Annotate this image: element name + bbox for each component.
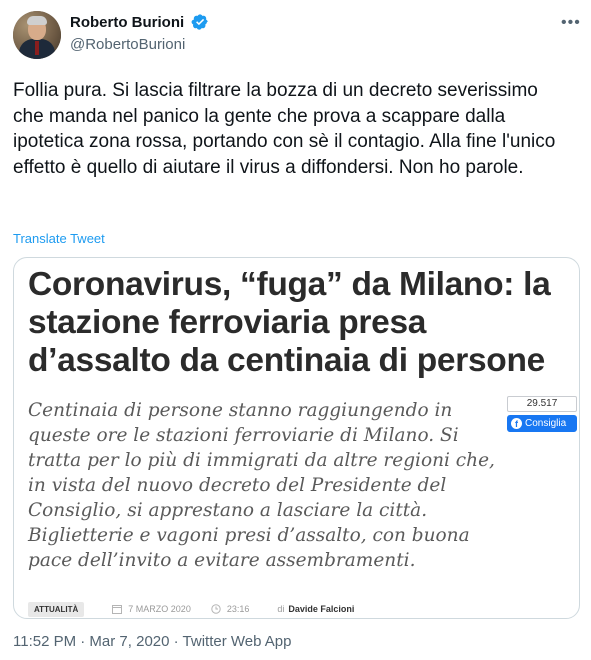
category-badge: ATTUALITÀ [28,601,85,617]
article-time: 23:16 [226,604,250,614]
article-date: 7 MARZO 2020 [128,604,191,614]
user-handle[interactable]: @RobertoBurioni [70,36,185,53]
facebook-icon: f [511,418,522,429]
facebook-like-button: f Consiglia [507,415,577,432]
media-card[interactable]: Coronavirus, “fuga” da Milano: la stazio… [13,257,580,619]
tweet: Roberto Burioni @RobertoBurioni ••• Foll… [0,0,591,660]
verified-badge-icon [191,14,208,30]
calendar-icon [112,605,123,614]
facebook-like-label: Consiglia [525,418,567,429]
avatar[interactable] [13,11,61,59]
article-author: Davide Falcioni [288,604,355,614]
facebook-like-count: 29.517 [507,396,577,412]
translate-tweet-link[interactable]: Translate Tweet [13,231,105,246]
facebook-like-widget: 29.517 f Consiglia [507,396,579,432]
more-options-icon[interactable]: ••• [561,14,581,32]
article-meta: ATTUALITÀ 7 MARZO 2020 23:16 di Davide F… [28,600,354,618]
by-label: di [277,604,285,614]
article-headline: Coronavirus, “fuga” da Milano: la stazio… [28,266,551,379]
user-name[interactable]: Roberto Burioni [70,14,184,31]
article-subheadline: Centinaia di persone stanno raggiungendo… [28,400,495,571]
clock-icon [211,604,221,614]
tweet-text: Follia pura. Si lascia filtrare la bozza… [13,80,556,178]
tweet-timestamp[interactable]: 11:52 PM · Mar 7, 2020 · Twitter Web App [13,633,291,650]
